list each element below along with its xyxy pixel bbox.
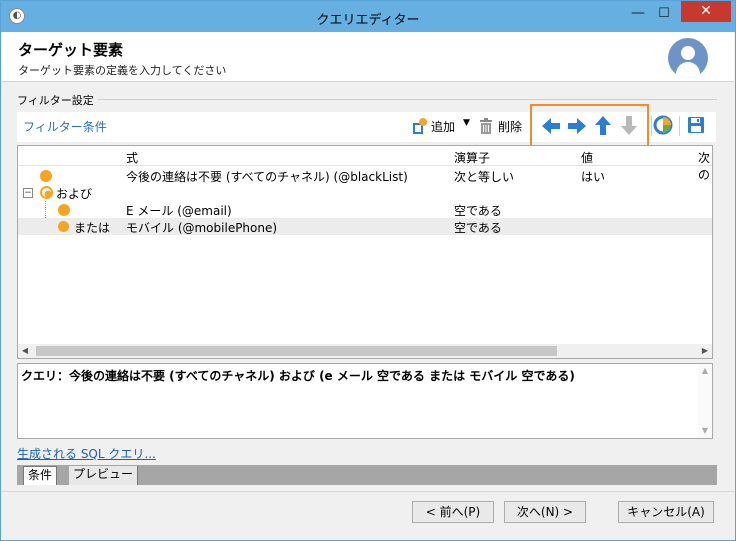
row-expression: モバイル (@mobilePhone) [126, 221, 278, 235]
window-title: クエリエディター [316, 13, 420, 28]
column-header-operator[interactable]: 演算子 [454, 149, 490, 166]
query-editor-window: ◐ クエリエディター — ☐ ✕ ターゲット要素 ターゲット要素の定義を入力して… [0, 0, 736, 541]
column-header-value[interactable]: 値 [581, 149, 593, 166]
page-title: ターゲット要素 [18, 41, 124, 59]
filter-conditions-label: フィルター条件 [23, 120, 107, 134]
row-group-label: および [56, 187, 93, 201]
minimize-button[interactable]: — [627, 5, 649, 25]
toolbar-separator [651, 116, 652, 136]
wizard-header: ターゲット要素 ターゲット要素の定義を入力してください [2, 32, 734, 82]
row-expression: E メール (@email) [126, 204, 232, 218]
move-left-arrow-icon[interactable] [539, 113, 563, 139]
table-row[interactable]: 今後の連絡は不要 (すべてのチャネル) (@blackList) 次と等しい は… [18, 167, 712, 184]
column-header-expression[interactable]: 式 [126, 149, 138, 166]
horizontal-scrollbar[interactable]: ◀ ▶ [18, 344, 712, 358]
refresh-distribution-icon[interactable] [653, 115, 673, 135]
condition-grid[interactable]: 式 演算子 値 次の 今後の連絡は不要 (すべてのチャネル) (@blackLi… [17, 145, 713, 359]
collapse-toggle-icon[interactable]: − [23, 188, 33, 198]
close-button[interactable]: ✕ [681, 1, 731, 22]
query-text: クエリ：今後の連絡は不要 (すべてのチャネル) および (e メール 空である … [21, 369, 575, 383]
table-row[interactable]: E メール (@email) 空である [18, 201, 712, 218]
scroll-down-icon[interactable]: ▼ [698, 424, 712, 438]
row-expression: 今後の連絡は不要 (すべてのチャネル) (@blackList) [126, 170, 408, 184]
tab-preview[interactable]: プレビュー [69, 466, 139, 485]
page-subtitle: ターゲット要素の定義を入力してください [18, 64, 227, 77]
trash-icon[interactable] [479, 117, 493, 135]
move-up-arrow-icon[interactable] [591, 113, 615, 139]
add-condition-icon[interactable] [411, 118, 427, 135]
row-operator: 空である [454, 221, 502, 235]
add-button[interactable]: 追加 [431, 118, 455, 135]
cancel-button[interactable]: キャンセル(A) [618, 501, 714, 523]
footer-divider [2, 491, 734, 492]
row-or-label: または [74, 221, 111, 235]
add-dropdown-icon[interactable]: ▼ [463, 118, 470, 128]
and-group-icon [40, 186, 53, 199]
move-down-arrow-icon[interactable] [617, 113, 641, 139]
tab-conditions[interactable]: 条件 [23, 466, 58, 485]
grid-header: 式 演算子 値 次の [18, 146, 712, 182]
user-avatar-icon [668, 38, 708, 78]
previous-button[interactable]: < 前へ(P) [412, 501, 494, 523]
table-row[interactable]: − および [18, 184, 712, 201]
filter-settings-label: フィルター設定 [17, 92, 98, 108]
condition-bullet-icon [40, 170, 52, 182]
delete-button[interactable]: 削除 [498, 118, 522, 135]
query-summary: クエリ：今後の連絡は不要 (すべてのチャネル) および (e メール 空である … [17, 363, 713, 439]
scroll-left-icon[interactable]: ◀ [18, 344, 32, 358]
scroll-right-icon[interactable]: ▶ [698, 344, 712, 358]
scrollbar-thumb[interactable] [36, 346, 557, 356]
save-icon[interactable] [686, 115, 706, 135]
condition-bullet-icon [58, 204, 70, 216]
row-value: はい [581, 170, 606, 184]
generated-sql-link[interactable]: 生成される SQL クエリ... [17, 445, 156, 462]
or-condition-icon [58, 221, 69, 232]
group-divider [89, 99, 717, 100]
vertical-scrollbar[interactable]: ▲ ▼ [698, 364, 712, 438]
maximize-button[interactable]: ☐ [653, 5, 675, 25]
table-row[interactable]: または モバイル (@mobilePhone) 空である [18, 218, 712, 235]
row-operator: 空である [454, 204, 502, 218]
move-right-arrow-icon[interactable] [565, 113, 589, 139]
toolbar-separator [679, 116, 680, 136]
row-operator: 次と等しい [454, 170, 515, 184]
next-button[interactable]: 次へ(N) > [504, 501, 586, 523]
scroll-up-icon[interactable]: ▲ [698, 364, 712, 378]
tab-bar: 条件 プレビュー [17, 465, 717, 485]
title-bar: ◐ クエリエディター — ☐ ✕ [1, 1, 735, 32]
